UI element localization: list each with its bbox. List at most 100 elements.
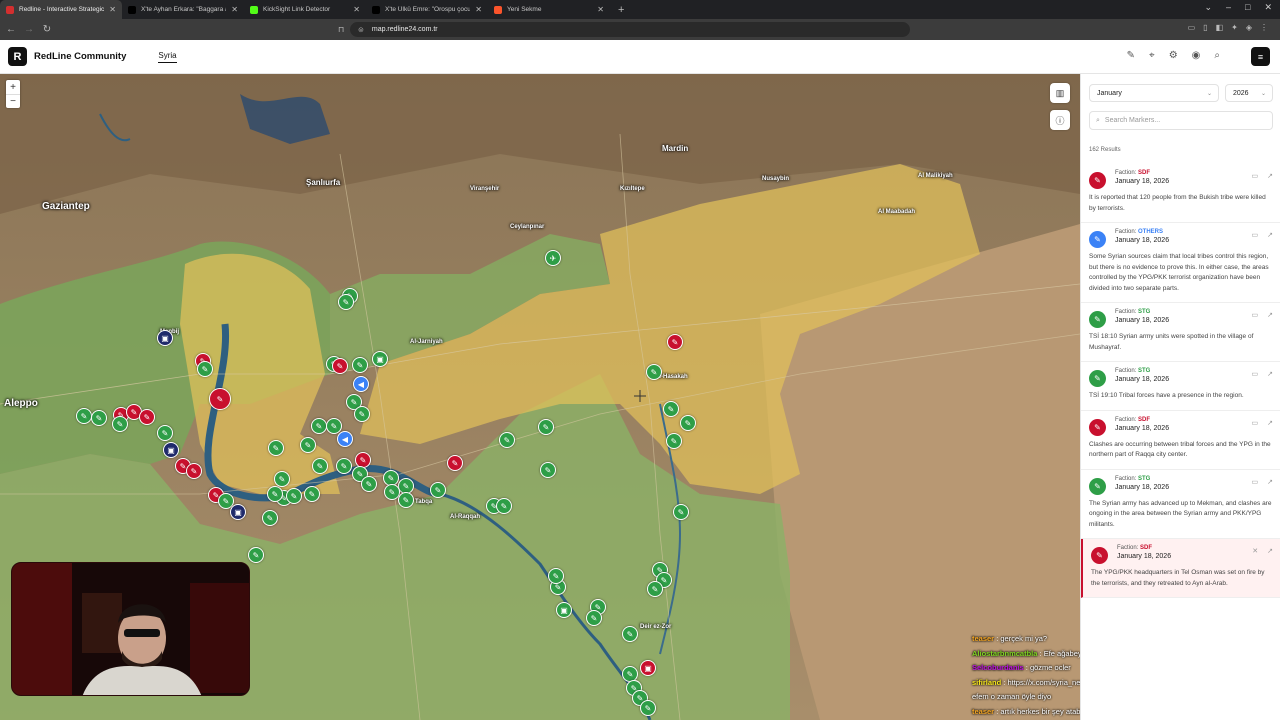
puzzle-icon[interactable]: ✦: [1231, 23, 1238, 32]
map-marker-sdf[interactable]: ▣: [640, 660, 656, 676]
close-tab-icon[interactable]: ✕: [231, 5, 238, 14]
marker-list-item[interactable]: ✎ Faction: SDF January 18, 2026 ▭ ↗ It is rep…: [1081, 164, 1280, 223]
map-marker-navy[interactable]: ▣: [163, 442, 179, 458]
browser-tab[interactable]: KickSight Link Detector ✕: [244, 0, 366, 19]
new-tab-button[interactable]: +: [618, 4, 624, 16]
map-marker-navy[interactable]: ▣: [230, 504, 246, 520]
vpn-icon[interactable]: ◈: [1246, 23, 1252, 32]
map-marker-stg[interactable]: ✎: [157, 425, 173, 441]
site-info-icon[interactable]: ⊜: [358, 26, 364, 34]
marker-list-item[interactable]: ✎ Faction: SDF January 18, 2026 ▭ ↗ Clashes a…: [1081, 411, 1280, 470]
marker-list-item[interactable]: ✎ Faction: STG January 18, 2026 ▭ ↗ TSİ 19:10…: [1081, 362, 1280, 411]
map-marker-stg[interactable]: ✎: [666, 433, 682, 449]
reload-icon[interactable]: ↻: [40, 24, 54, 35]
close-tab-icon[interactable]: ✕: [475, 5, 482, 14]
browser-tab[interactable]: Redline - Interactive Strategic M ✕: [0, 0, 122, 19]
map-marker-stg[interactable]: ✎: [304, 486, 320, 502]
map-marker-stg[interactable]: ✎: [338, 294, 354, 310]
back-icon[interactable]: ←: [4, 24, 18, 35]
map-marker-stg[interactable]: ✎: [311, 418, 327, 434]
zoom-in-button[interactable]: +: [6, 80, 20, 94]
external-link-icon[interactable]: ↗: [1267, 547, 1273, 555]
map-marker-stg[interactable]: ✎: [274, 471, 290, 487]
zoom-out-button[interactable]: −: [6, 94, 20, 108]
map-marker-others[interactable]: ◀: [337, 431, 353, 447]
video-icon[interactable]: ▭: [1252, 478, 1259, 486]
marker-list-item[interactable]: ✎ Faction: OTHERS January 18, 2026 ▭ ↗ Some S…: [1081, 223, 1280, 303]
map-marker-sdf[interactable]: ✎: [447, 455, 463, 471]
marker-list-item[interactable]: ✎ Faction: SDF January 18, 2026 ✕ ↗ The YPG/P…: [1081, 539, 1280, 598]
map-marker-stg[interactable]: ✎: [286, 488, 302, 504]
map-marker-sdf[interactable]: ✎: [667, 334, 683, 350]
map-marker-stg[interactable]: ✎: [336, 458, 352, 474]
video-icon[interactable]: ▭: [1252, 231, 1259, 239]
video-icon[interactable]: ▭: [1252, 172, 1259, 180]
year-select[interactable]: 2026 ⌄: [1225, 84, 1273, 102]
map-marker-stg[interactable]: ✎: [197, 361, 213, 377]
map-marker-stg[interactable]: ✎: [430, 482, 446, 498]
external-link-icon[interactable]: ↗: [1267, 370, 1273, 378]
map-marker-stg[interactable]: ✎: [646, 364, 662, 380]
map-marker-stg[interactable]: ▣: [556, 602, 572, 618]
external-link-icon[interactable]: ↗: [1267, 419, 1273, 427]
map-marker-stg[interactable]: ✎: [267, 486, 283, 502]
external-link-icon[interactable]: ↗: [1267, 172, 1273, 180]
map-marker-stg[interactable]: ✎: [680, 415, 696, 431]
map-marker-stg[interactable]: ✎: [300, 437, 316, 453]
map-marker-stg[interactable]: ✎: [91, 410, 107, 426]
sidebar-icon[interactable]: ▯: [1203, 23, 1207, 32]
address-bar[interactable]: ⊓ ⊜ map.redline24.com.tr: [338, 22, 910, 37]
browser-tab[interactable]: X'te Ülkü Emre: "Orospu çocuna bak ✕: [366, 0, 488, 19]
external-link-icon[interactable]: ↗: [1267, 478, 1273, 486]
camera-icon[interactable]: ◉: [1192, 50, 1201, 61]
map-marker-stg[interactable]: ✎: [499, 432, 515, 448]
map-marker-stg[interactable]: ✎: [496, 498, 512, 514]
search-icon[interactable]: ⌕: [1214, 50, 1220, 61]
map-marker-stg[interactable]: ✎: [548, 568, 564, 584]
app-logo[interactable]: R: [8, 47, 27, 66]
month-select[interactable]: January ⌄: [1089, 84, 1219, 102]
video-icon[interactable]: ▭: [1252, 370, 1259, 378]
map-marker-stg[interactable]: ✎: [663, 401, 679, 417]
map-marker-others[interactable]: ◀: [353, 376, 369, 392]
map-marker-stg[interactable]: ✎: [540, 462, 556, 478]
map-marker-stg[interactable]: ✎: [622, 626, 638, 642]
map-marker-stg[interactable]: ▣: [372, 351, 388, 367]
video-icon[interactable]: ▭: [1252, 419, 1259, 427]
map-marker-stg[interactable]: ✎: [76, 408, 92, 424]
external-link-icon[interactable]: ↗: [1267, 311, 1273, 319]
marker-list-item[interactable]: ✎ Faction: STG January 18, 2026 ▭ ↗ The Syria…: [1081, 470, 1280, 539]
external-link-icon[interactable]: ↗: [1267, 231, 1273, 239]
nav-link-syria[interactable]: Syria: [158, 51, 177, 63]
draw-icon[interactable]: ✎: [1127, 50, 1135, 61]
map-marker-sdf[interactable]: ✎: [139, 409, 155, 425]
map-marker-stg[interactable]: ✎: [262, 510, 278, 526]
map-marker-stg[interactable]: ✎: [352, 357, 368, 373]
brand-name[interactable]: RedLine Community: [34, 51, 126, 62]
map-marker-stg[interactable]: ✎: [112, 416, 128, 432]
map-marker-sdf[interactable]: ✎: [209, 388, 231, 410]
map-marker-stg[interactable]: ✎: [398, 492, 414, 508]
map-marker-stg[interactable]: ✎: [673, 504, 689, 520]
map-marker-sdf[interactable]: ✎: [186, 463, 202, 479]
close-icon[interactable]: ✕: [1252, 547, 1258, 555]
menu-button[interactable]: ≡: [1251, 47, 1270, 66]
maximize-icon[interactable]: □: [1245, 2, 1250, 13]
map-marker-stg[interactable]: ✎: [647, 581, 663, 597]
map-info-button[interactable]: ⓘ: [1050, 110, 1070, 130]
close-tab-icon[interactable]: ✕: [109, 5, 116, 14]
close-window-icon[interactable]: ✕: [1264, 2, 1272, 13]
marker-list-item[interactable]: ✎ Faction: STG January 18, 2026 ▭ ↗ TSİ 18:10…: [1081, 303, 1280, 362]
minimize-icon[interactable]: –: [1226, 2, 1231, 13]
close-tab-icon[interactable]: ✕: [353, 5, 360, 14]
map-marker-sdf[interactable]: ✎: [332, 358, 348, 374]
map-marker-stg[interactable]: ✎: [640, 700, 656, 716]
map-marker-stg[interactable]: ✈: [545, 250, 561, 266]
video-icon[interactable]: ▭: [1252, 311, 1259, 319]
settings-icon[interactable]: ⚙: [1169, 50, 1178, 61]
map-layers-button[interactable]: ▥: [1050, 83, 1070, 103]
close-tab-icon[interactable]: ✕: [597, 5, 604, 14]
map-marker-stg[interactable]: ✎: [361, 476, 377, 492]
menu-dots-icon[interactable]: ⋮: [1260, 23, 1268, 32]
map-marker-stg[interactable]: ✎: [312, 458, 328, 474]
